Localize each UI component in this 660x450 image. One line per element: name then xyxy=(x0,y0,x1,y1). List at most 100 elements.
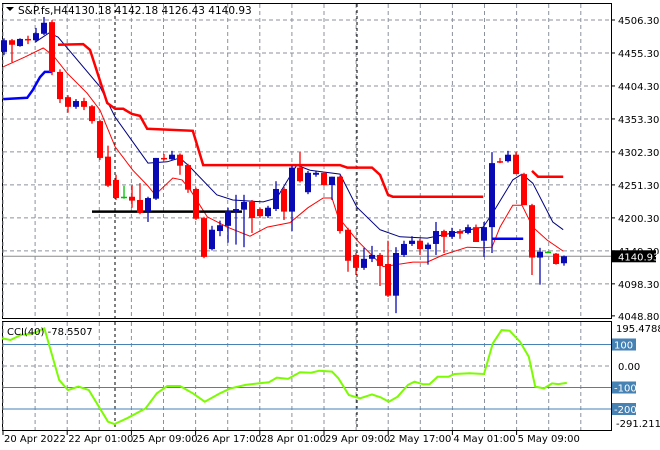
candle-body xyxy=(145,198,151,212)
candle xyxy=(33,27,39,43)
candle-body xyxy=(537,251,543,258)
candle-body xyxy=(401,243,407,255)
candle xyxy=(417,238,423,255)
candle-body xyxy=(329,176,335,186)
candle xyxy=(497,157,503,164)
candle xyxy=(65,95,71,113)
time-axis-label: 26 Apr 17:00 xyxy=(197,434,262,445)
candle-body xyxy=(497,161,503,163)
candle-body xyxy=(273,188,279,210)
candle xyxy=(481,221,487,257)
candle-body xyxy=(465,227,471,233)
cci-level-label: 100 xyxy=(614,341,633,352)
cci-zero-label: 0.00 xyxy=(618,362,640,373)
dropdown-triangle-icon[interactable] xyxy=(6,7,14,11)
candle-body xyxy=(353,254,359,268)
candle-body xyxy=(361,258,367,268)
candle xyxy=(337,175,343,234)
candle-body xyxy=(473,227,479,243)
candle xyxy=(129,185,135,208)
candle xyxy=(9,38,15,63)
candle xyxy=(433,221,439,255)
candle-body xyxy=(553,253,559,264)
candle xyxy=(217,220,223,237)
candle-body xyxy=(41,22,47,34)
candle-body xyxy=(409,240,415,244)
candle xyxy=(465,224,471,235)
candle xyxy=(537,247,543,285)
candle-body xyxy=(185,165,191,190)
time-axis-label: 4 May 01:00 xyxy=(453,434,515,445)
candle-body xyxy=(505,154,511,162)
candle-body xyxy=(313,172,319,175)
candle-body xyxy=(393,253,399,296)
candle-body xyxy=(369,254,375,259)
candle xyxy=(49,20,55,76)
candle xyxy=(233,194,239,245)
price-axis-label: 4302.30 xyxy=(618,148,659,159)
candle xyxy=(153,157,159,200)
candle xyxy=(329,176,335,200)
ohlc-label: 4130.18 4142.18 4126.43 4140.93 xyxy=(68,5,252,17)
candle xyxy=(57,69,63,103)
candle-body xyxy=(513,154,519,175)
candle-body xyxy=(449,231,455,237)
candle xyxy=(273,181,279,211)
candle-body xyxy=(209,229,215,250)
candle-body xyxy=(545,251,551,254)
candle-body xyxy=(249,201,255,219)
candle xyxy=(353,253,359,275)
candle xyxy=(249,199,255,233)
candle-body xyxy=(169,154,175,160)
candle-body xyxy=(297,167,303,182)
candle-body xyxy=(17,38,23,47)
candle-body xyxy=(193,188,199,219)
cci-pane xyxy=(1,327,611,426)
cci-level-label: -200 xyxy=(614,405,637,416)
candle-body xyxy=(25,38,31,41)
candle xyxy=(241,194,247,248)
candle xyxy=(193,187,199,221)
time-axis-label: 22 Apr 01:00 xyxy=(68,434,133,445)
candle-body xyxy=(345,229,351,261)
candle xyxy=(257,207,263,219)
cci-max-label: 195.4788 xyxy=(616,324,660,335)
price-axis-label: 4506.30 xyxy=(618,16,659,27)
candle-body xyxy=(233,209,239,212)
candle xyxy=(225,207,231,243)
candle xyxy=(81,97,87,111)
candle-body xyxy=(105,156,111,186)
candle-body xyxy=(489,163,495,228)
candle xyxy=(177,153,183,175)
candle-body xyxy=(457,231,463,234)
indicator-overlays xyxy=(2,32,564,268)
candle-body xyxy=(121,196,127,199)
candle-body xyxy=(281,188,287,212)
cci-min-label: -291.2113 xyxy=(616,419,660,430)
candle xyxy=(521,172,527,206)
trailing-stop-line xyxy=(531,170,564,178)
cci-level-label: -100 xyxy=(614,384,637,395)
candle-body xyxy=(73,101,79,107)
candle-body xyxy=(137,199,143,213)
candle-body xyxy=(241,201,247,210)
chart-canvas[interactable]: 4506.30 4455.30 4404.30 4353.30 4302.30 4251.… xyxy=(0,0,660,450)
candle-body xyxy=(217,225,223,232)
candle xyxy=(425,242,431,265)
candle xyxy=(17,38,23,47)
candle-body xyxy=(113,179,119,199)
candle xyxy=(545,251,551,254)
candle-body xyxy=(425,244,431,250)
candle xyxy=(201,216,207,259)
candle xyxy=(505,150,511,163)
candle xyxy=(25,35,31,45)
candle xyxy=(401,240,407,257)
candle-body xyxy=(377,254,383,266)
candle xyxy=(89,104,95,124)
candle-body xyxy=(33,33,39,41)
price-axis-label: 4353.30 xyxy=(618,115,659,126)
candle xyxy=(265,205,271,219)
trailing-stop-line xyxy=(57,42,484,198)
chart-header: S&P.fs,H4 4130.18 4142.18 4126.43 4140.9… xyxy=(6,5,252,17)
candle xyxy=(313,171,319,177)
